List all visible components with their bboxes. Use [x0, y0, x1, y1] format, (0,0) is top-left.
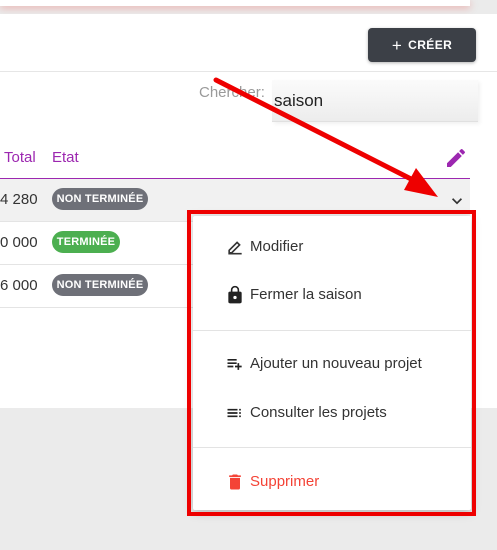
- annotation-arrow: [213, 77, 438, 197]
